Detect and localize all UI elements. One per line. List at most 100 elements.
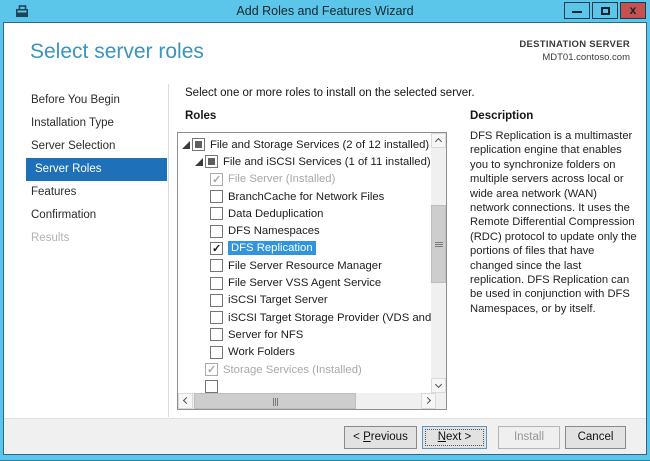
window-title: Add Roles and Features Wizard [0, 0, 650, 22]
nav-item-server-selection[interactable]: Server Selection [4, 135, 172, 158]
scroll-right-button[interactable] [421, 393, 436, 409]
instruction-text: Select one or more roles to install on t… [185, 87, 475, 99]
window-controls: x [564, 2, 646, 19]
tree-item-file-server-vss-agent[interactable]: File Server VSS Agent Service [178, 274, 431, 291]
tree-item-branchcache[interactable]: BranchCache for Network Files [178, 188, 431, 205]
description-heading: Description [470, 110, 533, 122]
previous-accesskey: P [363, 431, 371, 443]
tree-item-label: BranchCache for Network Files [228, 191, 384, 203]
checkbox-checked-icon[interactable] [205, 363, 218, 376]
expand-arrow-icon[interactable] [195, 158, 203, 166]
install-button-text: Install [514, 431, 544, 443]
checkbox-unchecked-icon[interactable] [210, 346, 223, 359]
minimize-icon [572, 11, 582, 13]
checkbox-indeterminate-icon[interactable] [192, 138, 205, 151]
roles-listbox[interactable]: File and Storage Services (2 of 12 insta… [177, 132, 447, 410]
tree-item-file-server[interactable]: File Server (Installed) [178, 171, 431, 188]
previous-button-text: < [353, 431, 363, 443]
horizontal-scroll-thumb[interactable] [194, 393, 356, 409]
chevron-left-icon [183, 397, 190, 404]
checkbox-unchecked-icon[interactable] [210, 190, 223, 203]
tree-item-partial [178, 378, 431, 393]
sidebar-divider [168, 84, 169, 417]
wizard-steps-nav: Before You Begin Installation Type Serve… [4, 89, 172, 250]
tree-item-storage-services[interactable]: Storage Services (Installed) [178, 361, 431, 378]
vertical-scrollbar[interactable] [431, 133, 446, 393]
cancel-button-text: Cancel [578, 431, 614, 443]
chevron-right-icon [424, 397, 431, 404]
tree-item-iscsi-target-server[interactable]: iSCSI Target Server [178, 292, 431, 309]
tree-item-label: File and Storage Services (2 of 12 insta… [210, 139, 429, 151]
tree-item-label: DFS Replication [228, 241, 316, 255]
next-accesskey: N [438, 431, 446, 443]
nav-item-results: Results [4, 227, 172, 250]
checkbox-checked-icon[interactable] [210, 242, 223, 255]
checkbox-unchecked-icon[interactable] [210, 311, 223, 324]
scroll-thumb-grip [435, 242, 443, 243]
tree-item-label: iSCSI Target Server [228, 294, 328, 306]
tree-item-server-for-nfs[interactable]: Server for NFS [178, 326, 431, 343]
checkbox-unchecked-icon[interactable] [210, 294, 223, 307]
scroll-up-button[interactable] [431, 133, 446, 148]
checkbox-unchecked-icon[interactable] [210, 259, 223, 272]
scrollbar-corner [436, 393, 446, 409]
checkbox-indeterminate-icon[interactable] [205, 155, 218, 168]
nav-item-confirmation[interactable]: Confirmation [4, 204, 172, 227]
checkbox-unchecked-icon[interactable] [210, 277, 223, 290]
checkbox-unchecked-icon[interactable] [210, 225, 223, 238]
tree-item-label: Server for NFS [228, 329, 303, 341]
wizard-window: Add Roles and Features Wizard x Select s… [0, 0, 650, 461]
tree-item-label: Data Deduplication [228, 208, 323, 220]
tree-item-iscsi-target-storage-provider[interactable]: iSCSI Target Storage Provider (VDS and V… [178, 309, 431, 326]
tree-item-label: File Server Resource Manager [228, 260, 382, 272]
roles-tree: File and Storage Services (2 of 12 insta… [178, 133, 431, 393]
scroll-down-button[interactable] [431, 378, 446, 393]
scroll-thumb-grip [273, 398, 274, 406]
checkbox-unchecked-icon[interactable] [210, 328, 223, 341]
previous-button-text: revious [371, 431, 408, 443]
destination-server-block: DESTINATION SERVER MDT01.contoso.com [519, 39, 630, 63]
next-button-text: ext > [446, 431, 471, 443]
scroll-left-button[interactable] [178, 393, 193, 409]
chevron-up-icon [435, 138, 442, 145]
next-button[interactable]: Next > [422, 426, 487, 449]
tree-item-dfs-namespaces[interactable]: DFS Namespaces [178, 222, 431, 239]
roles-label: Roles [185, 110, 216, 122]
tree-item-label: File Server (Installed) [228, 173, 335, 185]
title-bar[interactable]: Add Roles and Features Wizard x [0, 0, 650, 22]
previous-button[interactable]: < Previous [344, 426, 417, 449]
destination-server-value: MDT01.contoso.com [519, 52, 630, 63]
minimize-button[interactable] [564, 2, 590, 19]
maximize-button[interactable] [592, 2, 618, 19]
tree-item-label: Storage Services (Installed) [223, 364, 362, 376]
nav-item-features[interactable]: Features [4, 181, 172, 204]
tree-item-label: File Server VSS Agent Service [228, 277, 381, 289]
checkbox-checked-icon[interactable] [210, 173, 223, 186]
nav-item-server-roles[interactable]: Server Roles [26, 158, 167, 181]
cancel-button[interactable]: Cancel [565, 426, 626, 449]
tree-item-file-and-storage-services[interactable]: File and Storage Services (2 of 12 insta… [178, 136, 431, 153]
vertical-scroll-thumb[interactable] [431, 205, 446, 283]
checkbox-unchecked-icon[interactable] [210, 207, 223, 220]
tree-item-work-folders[interactable]: Work Folders [178, 344, 431, 361]
expand-arrow-icon[interactable] [182, 141, 190, 149]
close-button[interactable]: x [620, 2, 646, 19]
description-text: DFS Replication is a multimaster replica… [470, 129, 638, 316]
tree-item-label: File and iSCSI Services (1 of 11 install… [223, 156, 431, 168]
horizontal-scrollbar[interactable] [178, 393, 436, 409]
chevron-down-icon [435, 381, 442, 388]
close-icon: x [621, 3, 645, 18]
nav-item-installation-type[interactable]: Installation Type [4, 112, 172, 135]
destination-server-label: DESTINATION SERVER [519, 39, 630, 50]
wizard-body: Select server roles DESTINATION SERVER M… [3, 22, 647, 455]
nav-item-before-you-begin[interactable]: Before You Begin [4, 89, 172, 112]
tree-item-data-deduplication[interactable]: Data Deduplication [178, 205, 431, 222]
tree-item-dfs-replication[interactable]: DFS Replication [178, 240, 431, 257]
tree-item-label: DFS Namespaces [228, 225, 320, 237]
tree-item-label: Work Folders [228, 346, 295, 358]
checkbox-unchecked-icon [205, 380, 218, 393]
page-title: Select server roles [30, 40, 204, 64]
tree-item-file-server-resource-manager[interactable]: File Server Resource Manager [178, 257, 431, 274]
tree-item-file-and-iscsi-services[interactable]: File and iSCSI Services (1 of 11 install… [178, 153, 431, 170]
tree-item-label: iSCSI Target Storage Provider (VDS and V… [228, 312, 431, 324]
